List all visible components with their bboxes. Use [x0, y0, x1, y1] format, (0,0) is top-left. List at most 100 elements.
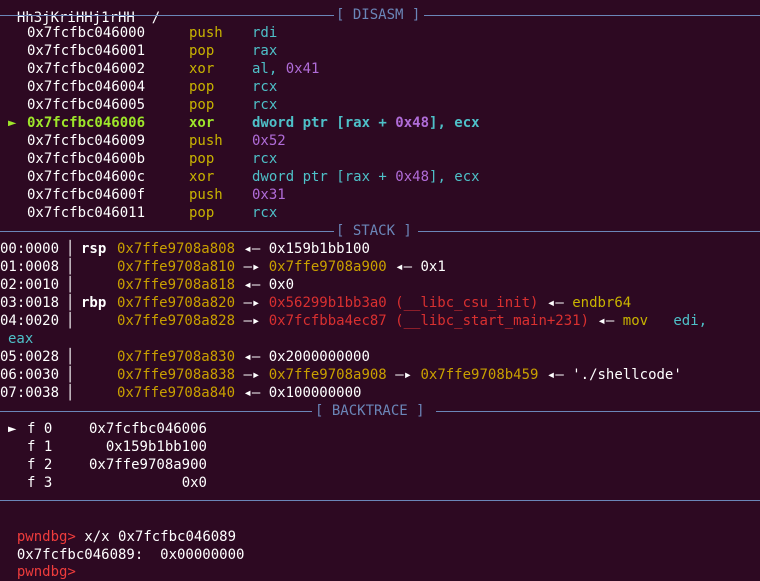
register-label: rsp [81, 241, 107, 257]
frame-address: 0x159b1bb100 [105, 439, 207, 455]
stack-row: 06:0030 │ 0x7ffe9708a838 —▸ 0x7ffe9708a908 —▸… [0, 366, 760, 384]
pointer-arrow: ◂— [243, 277, 261, 293]
instruction-operand: ], ecx [429, 115, 480, 131]
separator-line [0, 231, 334, 232]
instruction-mnemonic: xor [189, 169, 215, 185]
stack-row: 04:0020 │ 0x7ffe9708a828 —▸ 0x7fcfbba4ec87 (… [0, 312, 760, 330]
instruction-operand: al, [252, 61, 286, 77]
stack-pointer-value: 0x7ffe9708b459 [420, 367, 539, 383]
frame-label: f 2 [27, 457, 53, 473]
stack-row: 02:0010 │ 0x7ffe9708a818 ◂— 0x0 [0, 276, 760, 294]
pointer-arrow: ◂— [395, 259, 413, 275]
disasm-row: 0x7fcfbc04600f push 0x31 [0, 186, 760, 204]
next-prompt-line[interactable]: pwndbg> [0, 545, 84, 580]
stack-value: './shellcode' [572, 367, 682, 383]
instruction-mnemonic: pop [189, 151, 215, 167]
stack-offset: 06:0030 [0, 367, 60, 383]
stack-row: 00:0000 │ rsp 0x7ffe9708a808 ◂— 0x159b1bb100 [0, 240, 760, 258]
instruction-mnemonic: pop [189, 205, 215, 221]
instruction-address: 0x7fcfbc04600c [27, 169, 146, 185]
stack-offset: 03:0018 [0, 295, 60, 311]
pointer-arrow: ◂— [597, 313, 615, 329]
frame-label: f 1 [27, 439, 53, 455]
current-instruction-marker: ► [8, 115, 17, 131]
backtrace-header: [ BACKTRACE ] [315, 403, 425, 419]
instruction-address: 0x7fcfbc046005 [27, 97, 146, 113]
instruction-address: 0x7fcfbc04600f [27, 187, 146, 203]
instruction-immediate: 0x48 [395, 115, 430, 131]
disasm-row: 0x7fcfbc046004 pop rcx [0, 78, 760, 96]
instruction-immediate: 0x52 [252, 133, 286, 149]
instruction-mnemonic: push [189, 25, 223, 41]
stack-header: [ STACK ] [336, 223, 412, 239]
disasm-row: ► 0x7fcfbc046006 xor dword ptr [rax + 0x48]… [0, 114, 760, 132]
stack-value: 0x1 [420, 259, 446, 275]
disasm-row: 0x7fcfbc04600c xor dword ptr [rax + 0x48],… [0, 168, 760, 186]
pointer-arrow: —▸ [243, 367, 261, 383]
next-prompt: pwndbg> [16, 564, 85, 580]
pointer-arrow: ◂— [243, 241, 261, 257]
stack-offset: 07:0038 [0, 385, 60, 401]
stack-pointer-value: 0x7ffe9708a900 [268, 259, 387, 275]
instruction-address: 0x7fcfbc046006 [27, 115, 146, 131]
frame-label: f 3 [27, 475, 53, 491]
frame-address: 0x7fcfbc046006 [88, 421, 207, 437]
pointer-arrow: ◂— [243, 349, 261, 365]
instruction-operand: rcx [252, 97, 278, 113]
instruction-operand: rcx [252, 205, 278, 221]
instruction-address: 0x7fcfbc046002 [27, 61, 146, 77]
instruction-mnemonic: xor [189, 115, 215, 131]
backtrace-frame: ► f 0 0x7fcfbc046006 [0, 420, 760, 438]
disasm-separator: [ DISASM ] [0, 6, 760, 24]
instruction-mnemonic: xor [189, 61, 215, 77]
stack-offset: 02:0010 [0, 277, 60, 293]
column-divider: │ [66, 295, 75, 311]
column-divider: │ [66, 349, 75, 365]
instruction-operand: ], ecx [429, 169, 480, 185]
column-divider: │ [66, 313, 75, 329]
column-divider: │ [66, 277, 75, 293]
backtrace-frame: f 3 0x0 [0, 474, 760, 492]
stack-row: 07:0038 │ 0x7ffe9708a840 ◂— 0x100000000 [0, 384, 760, 402]
bottom-separator [0, 500, 760, 501]
pointer-arrow: ◂— [546, 295, 564, 311]
stack-row: 05:0028 │ 0x7ffe9708a830 ◂— 0x2000000000 [0, 348, 760, 366]
separator-line [436, 411, 760, 412]
instruction-address: 0x7fcfbc046004 [27, 79, 146, 95]
disasm-row: 0x7fcfbc046001 pop rax [0, 42, 760, 60]
disasm-row: 0x7fcfbc046000 push rdi [0, 24, 760, 42]
disasm-row: 0x7fcfbc04600b pop rcx [0, 150, 760, 168]
separator-line [418, 231, 760, 232]
pointer-arrow: ◂— [243, 385, 261, 401]
disasm-header: [ DISASM ] [336, 7, 421, 23]
stack-value: 0x2000000000 [268, 349, 370, 365]
column-divider: │ [66, 385, 75, 401]
frame-label: f 0 [27, 421, 53, 437]
instruction-operand: rcx [252, 79, 278, 95]
code-pointer-value: 0x56299b1bb3a0 (__libc_csu_init) [268, 295, 539, 311]
instruction-operand-wrap: eax [8, 331, 34, 347]
column-divider: │ [66, 367, 75, 383]
frame-address: 0x7ffe9708a900 [88, 457, 207, 473]
stack-row: 01:0008 │ 0x7ffe9708a810 —▸ 0x7ffe9708a900 ◂—… [0, 258, 760, 276]
code-pointer-value: 0x7fcfbba4ec87 (__libc_start_main+231) [268, 313, 590, 329]
instruction-immediate: 0x31 [252, 187, 286, 203]
command-line[interactable]: pwndbg> x/x 0x7fcfbc046089 [0, 510, 236, 545]
pointer-arrow: —▸ [243, 313, 261, 329]
command-output: 0x7fcfbc046089: 0x00000000 [0, 528, 245, 563]
separator-line [0, 15, 334, 16]
stack-address: 0x7ffe9708a808 [117, 241, 236, 257]
disasm-row: 0x7fcfbc046005 pop rcx [0, 96, 760, 114]
instruction-mnemonic: mov [622, 313, 649, 329]
stack-row: 03:0018 │ rbp 0x7ffe9708a820 —▸ 0x56299b1bb3a… [0, 294, 760, 312]
pointer-arrow: —▸ [243, 295, 261, 311]
stack-offset: 05:0028 [0, 349, 60, 365]
instruction-mnemonic: pop [189, 43, 215, 59]
stack-address: 0x7ffe9708a830 [117, 349, 236, 365]
instruction-immediate: 0x48 [395, 169, 430, 185]
backtrace-frame: f 2 0x7ffe9708a900 [0, 456, 760, 474]
stack-address: 0x7ffe9708a838 [117, 367, 236, 383]
instruction-mnemonic: pop [189, 79, 215, 95]
stack-address: 0x7ffe9708a810 [117, 259, 236, 275]
frame-address: 0x0 [181, 475, 207, 491]
